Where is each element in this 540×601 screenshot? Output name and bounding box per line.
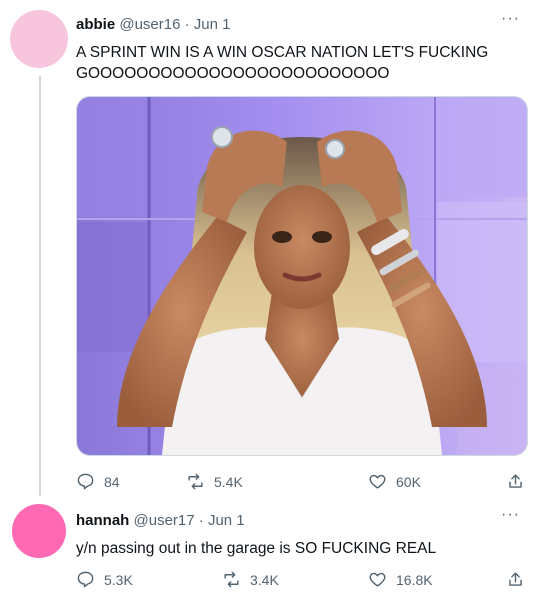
tweet-actions: 84 5.4K 60K [76, 472, 526, 494]
reply-count: 84 [104, 473, 120, 490]
more-options-button[interactable]: ··· [501, 506, 520, 524]
reply-button[interactable]: 5.3K [76, 570, 133, 589]
avatar[interactable] [12, 504, 66, 558]
separator-dot: · [198, 512, 204, 529]
reply-icon [77, 571, 94, 588]
retweet-icon [188, 473, 203, 490]
avatar[interactable] [10, 10, 68, 68]
reply-button[interactable]: 84 [76, 472, 120, 491]
retweet-button[interactable]: 3.4K [222, 570, 279, 589]
more-icon: ··· [501, 506, 520, 523]
share-icon [509, 474, 522, 488]
tweet-image[interactable] [76, 96, 528, 456]
meme-photo [77, 97, 527, 455]
tweet-1[interactable]: abbie @user16 · Jun 1 ··· A SPRINT WIN I… [0, 0, 540, 500]
tweet-text: y/n passing out in the garage is SO FUCK… [76, 540, 437, 557]
separator-dot: · [184, 16, 190, 33]
more-options-button[interactable]: ··· [501, 10, 520, 28]
display-name[interactable]: hannah [76, 512, 129, 529]
retweet-icon [224, 571, 239, 588]
tweet-text: A SPRINT WIN IS A WIN OSCAR NATION LET'S… [76, 44, 489, 82]
share-icon [509, 572, 522, 586]
share-button[interactable] [506, 472, 525, 496]
like-count: 60K [396, 473, 421, 490]
user-handle[interactable]: @user17 [134, 512, 195, 529]
reply-count: 5.3K [104, 571, 133, 588]
share-button[interactable] [506, 570, 525, 594]
retweet-count: 5.4K [214, 473, 243, 490]
tweet-2[interactable]: hannah @user17 · Jun 1 ··· y/n passing o… [0, 500, 540, 601]
display-name[interactable]: abbie [76, 16, 115, 33]
tweet-date[interactable]: Jun 1 [194, 16, 231, 33]
like-icon [369, 572, 386, 587]
tweet-header: hannah @user17 · Jun 1 [76, 512, 245, 529]
retweet-button[interactable]: 5.4K [186, 472, 243, 491]
like-icon [369, 474, 386, 489]
more-icon: ··· [501, 10, 520, 27]
retweet-count: 3.4K [250, 571, 279, 588]
tweet-header: abbie @user16 · Jun 1 [76, 16, 231, 33]
user-handle[interactable]: @user16 [119, 16, 180, 33]
thread-connector-line [39, 76, 41, 496]
like-button[interactable]: 60K [368, 472, 421, 491]
tweet-actions: 5.3K 3.4K 16.8K [76, 570, 526, 592]
tweet-date[interactable]: Jun 1 [208, 512, 245, 529]
like-count: 16.8K [396, 571, 433, 588]
like-button[interactable]: 16.8K [368, 570, 433, 589]
reply-icon [77, 473, 94, 490]
